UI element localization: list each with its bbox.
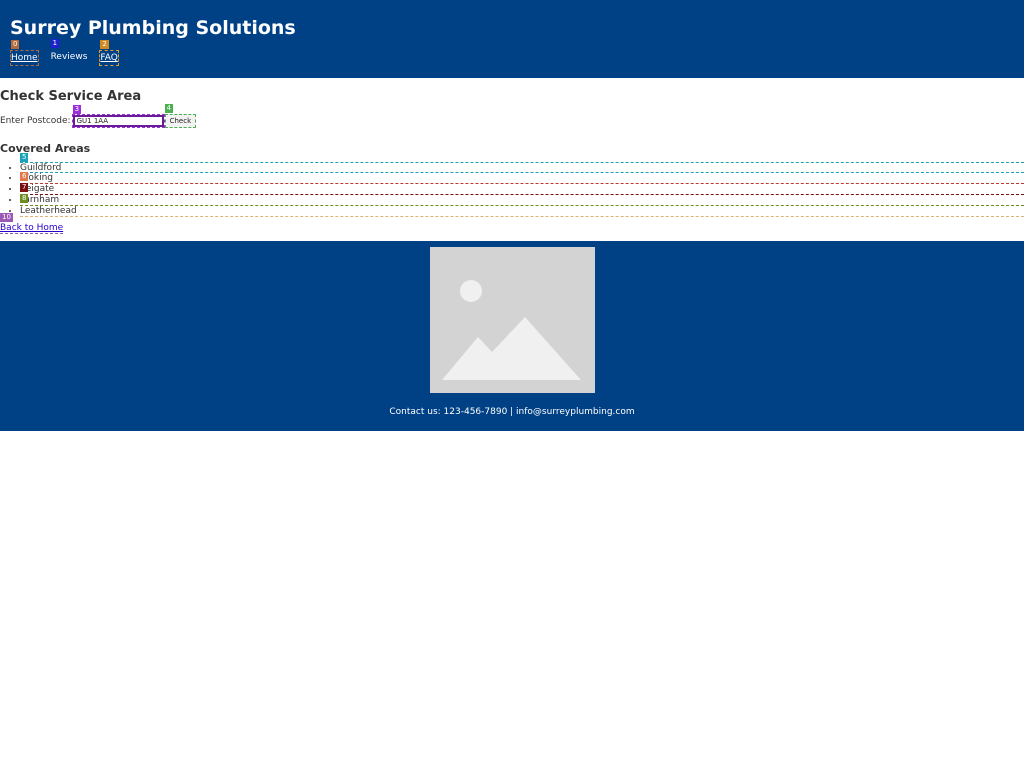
postcode-label: Enter Postcode:: [0, 116, 71, 126]
covered-areas-title: Covered Areas: [0, 142, 91, 155]
element-badge: 3: [72, 105, 82, 114]
postcode-wrap: 3: [71, 105, 165, 128]
area-item-woking[interactable]: 6 Woking: [20, 172, 1024, 184]
back-wrap: 10 Back to Home: [0, 213, 1024, 235]
nav-reviews-link[interactable]: 1 Reviews: [50, 39, 88, 66]
area-name: Leatherhead: [20, 206, 77, 216]
nav-reviews-label: Reviews: [50, 52, 88, 62]
image-placeholder-icon: [429, 247, 595, 393]
main-nav: 0 Home 1 Reviews 2 FAQ: [10, 39, 1014, 66]
nav-home-label: Home: [11, 53, 38, 63]
element-badge: 0: [11, 40, 20, 49]
element-badge: 2: [100, 40, 109, 49]
element-badge: 4: [164, 104, 174, 113]
covered-areas-list: 5 Guildford 6 Woking 7 Reigate 8 Farnham…: [0, 153, 1024, 217]
nav-home-link[interactable]: 0 Home: [10, 40, 39, 66]
nav-faq-link[interactable]: 2 FAQ: [99, 40, 119, 66]
site-header: Surrey Plumbing Solutions 0 Home 1 Revie…: [0, 0, 1024, 78]
area-item-guildford[interactable]: 5 Guildford: [20, 153, 1024, 173]
element-badge: 5: [20, 153, 29, 162]
postcode-form: Enter Postcode: 3 4 Check: [0, 104, 1024, 128]
main-content: Check Service Area Enter Postcode: 3 4 C…: [0, 88, 1024, 235]
element-badge: 7: [20, 183, 29, 192]
page-title: Check Service Area: [0, 89, 142, 104]
nav-faq-label: FAQ: [100, 53, 118, 63]
area-item-reigate[interactable]: 7 Reigate: [20, 183, 1024, 195]
check-wrap: 4 Check: [164, 104, 197, 128]
element-badge: 1: [50, 39, 60, 48]
element-badge: 10: [0, 213, 13, 222]
site-footer: Contact us: 123-456-7890 | info@surreypl…: [0, 241, 1024, 431]
contact-info: Contact us: 123-456-7890 | info@surreypl…: [389, 407, 635, 417]
back-to-home-link[interactable]: Back to Home: [0, 223, 64, 234]
check-button[interactable]: Check: [164, 114, 197, 128]
element-badge: 6: [20, 172, 29, 181]
area-item-farnham[interactable]: 8 Farnham: [20, 194, 1024, 206]
site-title: Surrey Plumbing Solutions: [10, 17, 296, 39]
postcode-input[interactable]: [71, 114, 165, 128]
area-item-leatherhead[interactable]: 9 Leatherhead: [20, 206, 1024, 217]
element-badge: 8: [20, 194, 29, 203]
